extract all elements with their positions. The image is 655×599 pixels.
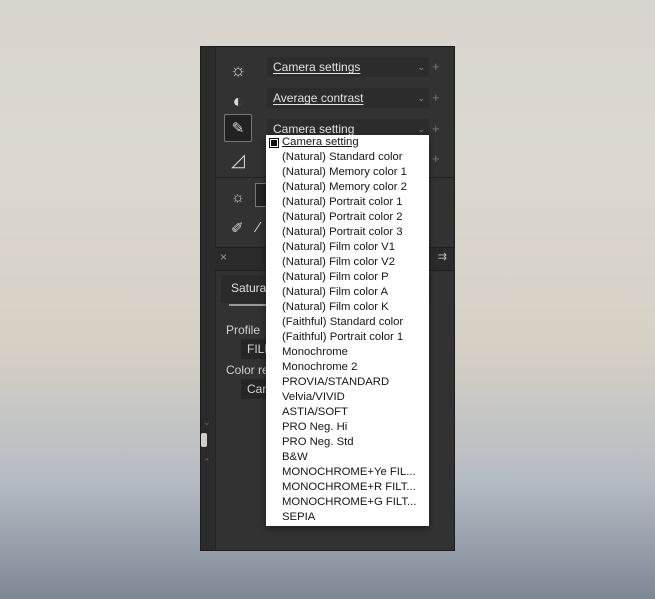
profile-label: Profile xyxy=(226,323,261,337)
picture-style-dropdown[interactable]: Camera setting (Natural) Standard color … xyxy=(266,135,429,526)
dropdown-option[interactable]: MONOCHROME+Ye FIL... xyxy=(266,465,429,480)
dropdown-option[interactable]: MONOCHROME+G FILT... xyxy=(266,495,429,510)
brightness-icon[interactable]: ☼ xyxy=(227,59,249,81)
dropdown-option[interactable]: (Faithful) Standard color xyxy=(266,315,429,330)
brightness-row: ☼ Camera settings ⌄ + xyxy=(215,55,455,85)
list-menu-icon[interactable]: ⇉ xyxy=(438,250,447,263)
color-label: Color re xyxy=(226,363,269,377)
line-tool-icon[interactable]: ⁄ xyxy=(257,219,260,236)
tab-saturation[interactable]: Saturat xyxy=(231,281,270,295)
dropdown-option[interactable]: B&W xyxy=(266,450,429,465)
dropdown-option[interactable]: PRO Neg. Std xyxy=(266,435,429,450)
add-filter-button[interactable]: + xyxy=(432,149,440,169)
add-brightness-button[interactable]: + xyxy=(432,57,440,77)
dropdown-option[interactable]: (Natural) Portrait color 3 xyxy=(266,225,429,240)
chevron-down-icon: ⌄ xyxy=(417,93,425,103)
dropdown-option[interactable]: ASTIA/SOFT xyxy=(266,405,429,420)
dropdown-option[interactable]: (Natural) Film color V1 xyxy=(266,240,429,255)
close-icon[interactable]: × xyxy=(220,250,227,264)
add-picture-style-button[interactable]: + xyxy=(432,119,440,139)
dropdown-option[interactable]: (Natural) Portrait color 2 xyxy=(266,210,429,225)
brush-icon[interactable]: ✐ xyxy=(231,219,244,237)
chevron-down-icon: ⌄ xyxy=(417,62,425,72)
contrast-icon[interactable]: ◐ xyxy=(227,90,249,112)
exposure-icon[interactable]: ☼ xyxy=(231,189,245,206)
dropdown-option[interactable]: Monochrome xyxy=(266,345,429,360)
dropdown-option[interactable]: (Natural) Film color A xyxy=(266,285,429,300)
sidebar-collapse-tab[interactable] xyxy=(201,433,207,447)
dropdown-option[interactable]: (Natural) Portrait color 1 xyxy=(266,195,429,210)
picture-style-icon[interactable]: ✎ xyxy=(224,114,252,142)
dropdown-option[interactable]: Camera setting xyxy=(266,135,429,150)
dropdown-option[interactable]: MONOCHROME+R FILT... xyxy=(266,480,429,495)
dropdown-option[interactable]: PRO Neg. Hi xyxy=(266,420,429,435)
filter-icon[interactable]: ◿ xyxy=(227,149,249,171)
dropdown-option[interactable]: (Faithful) Portrait color 1 xyxy=(266,330,429,345)
panel-sidebar: ⌄ ⌃ xyxy=(201,47,216,550)
chevron-up-icon[interactable]: ⌃ xyxy=(203,457,211,468)
dropdown-option[interactable]: Monochrome 2 xyxy=(266,360,429,375)
brightness-select[interactable]: Camera settings ⌄ xyxy=(267,57,429,77)
contrast-select[interactable]: Average contrast ⌄ xyxy=(267,88,429,108)
dropdown-option[interactable]: (Natural) Standard color xyxy=(266,150,429,165)
contrast-row: ◐ Average contrast ⌄ + xyxy=(215,86,455,116)
dropdown-option[interactable]: SEPIA xyxy=(266,510,429,525)
add-contrast-button[interactable]: + xyxy=(432,88,440,108)
dropdown-option[interactable]: PROVIA/STANDARD xyxy=(266,375,429,390)
dropdown-option[interactable]: (Natural) Memory color 1 xyxy=(266,165,429,180)
dropdown-option[interactable]: (Natural) Film color K xyxy=(266,300,429,315)
dropdown-option[interactable]: (Natural) Film color P xyxy=(266,270,429,285)
dropdown-option[interactable]: (Natural) Film color V2 xyxy=(266,255,429,270)
dropdown-option[interactable]: Velvia/VIVID xyxy=(266,390,429,405)
chevron-down-icon[interactable]: ⌄ xyxy=(203,417,211,428)
dropdown-option[interactable]: (Natural) Memory color 2 xyxy=(266,180,429,195)
